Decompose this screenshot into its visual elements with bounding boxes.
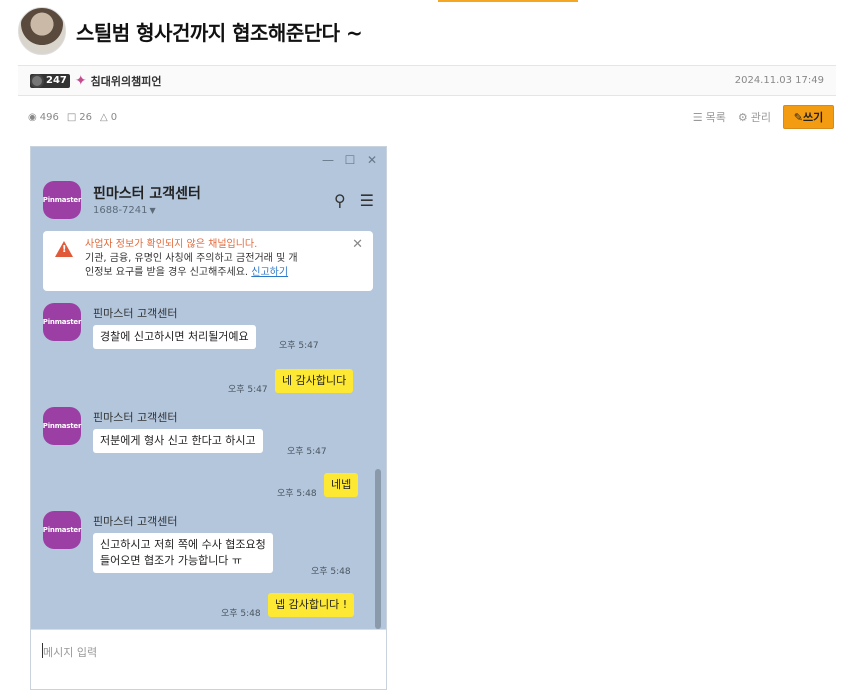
level-icon — [30, 73, 44, 88]
sender-logo: Pinmaster — [43, 407, 81, 445]
message-bubble: 저분에게 형사 신고 한다고 하시고 — [93, 429, 263, 453]
thumbs-up-icon: △ — [100, 111, 108, 123]
author-name[interactable]: 침대위의챔피언 — [91, 73, 162, 89]
message-time: 오후 5:47 — [287, 447, 327, 457]
phone-number: 1688-7241 — [93, 205, 148, 216]
sender-logo: Pinmaster — [43, 303, 81, 341]
warning-icon — [55, 241, 73, 257]
sender-name: 핀마스터 고객센터 — [93, 307, 178, 320]
write-label: 쓰기 — [802, 111, 824, 124]
sender-name: 핀마스터 고객센터 — [93, 515, 178, 528]
notice-line-2-text: 인정보 요구를 받을 경우 신고해주세요. — [85, 267, 249, 278]
message-line-2: 들어오면 협조가 가능합니다 ㅠ — [100, 554, 243, 567]
channel-phone[interactable]: 1688-7241 ▼ — [93, 205, 156, 216]
message-input-area[interactable]: 메시지 입력 — [31, 629, 386, 689]
chat-header-icons: ⚲ ☰ — [334, 191, 374, 210]
post-title: 스틸범 형사건까지 협조해준단다 ~ — [76, 20, 363, 45]
notice-line-2: 인정보 요구를 받을 경우 신고해주세요. 신고하기 — [85, 266, 349, 280]
close-icon[interactable]: ✕ — [366, 153, 378, 167]
search-icon[interactable]: ⚲ — [334, 191, 346, 210]
pencil-icon: ✎ — [793, 110, 803, 124]
eye-icon: ◉ — [28, 111, 37, 123]
chat-header: Pinmaster 핀마스터 고객센터 1688-7241 ▼ ⚲ ☰ — [31, 169, 386, 229]
channel-logo: Pinmaster — [43, 181, 81, 219]
notice-title: 사업자 정보가 확인되지 않은 채널입니다. — [85, 239, 258, 250]
comment-icon: □ — [66, 111, 77, 123]
level-badge: 247 — [30, 73, 70, 88]
menu-icon[interactable]: ☰ — [360, 191, 374, 210]
warning-notice: 사업자 정보가 확인되지 않은 채널입니다. 기관, 금융, 유명인 사칭에 주… — [43, 231, 373, 291]
list-button[interactable]: ☰ 목록 — [693, 109, 726, 125]
level-number: 247 — [46, 75, 67, 86]
message-time: 오후 5:48 — [311, 567, 351, 577]
likes-stat: △ 0 — [100, 112, 117, 123]
likes-count: 0 — [110, 111, 118, 123]
message-bubble: 신고하시고 저희 쪽에 수사 협조요청 들어오면 협조가 가능합니다 ㅠ — [93, 533, 273, 573]
message-time: 오후 5:47 — [279, 341, 319, 351]
top-accent-bar — [438, 0, 578, 2]
channel-name: 핀마스터 고객센터 — [93, 186, 201, 202]
message-input[interactable]: 메시지 입력 — [43, 644, 97, 660]
manage-label: 관리 — [750, 111, 771, 124]
message-line-1: 신고하시고 저희 쪽에 수사 협조요청 — [100, 538, 266, 551]
message-time: 오후 5:47 — [228, 385, 268, 395]
message-time: 오후 5:48 — [277, 489, 317, 499]
views-count: 496 — [39, 111, 59, 123]
report-link[interactable]: 신고하기 — [251, 267, 288, 278]
message-bubble-sent: 네 감사합니다 — [275, 369, 354, 393]
message-bubble: 경찰에 신고하시면 처리될거예요 — [93, 325, 256, 349]
stats-row: ◉ 496 □ 26 △ 0 ☰ 목록 ⚙ 관리 ✎ 쓰기 — [28, 104, 834, 130]
sender-name: 핀마스터 고객센터 — [93, 411, 178, 424]
window-controls: — ☐ ✕ — [322, 153, 378, 167]
chat-screenshot: — ☐ ✕ Pinmaster 핀마스터 고객센터 1688-7241 ▼ ⚲ ☰… — [30, 146, 387, 690]
maximize-icon[interactable]: ☐ — [344, 153, 356, 167]
message-bubble-sent: 네넵 — [324, 473, 359, 497]
gear-icon: ⚙ — [737, 110, 748, 124]
comments-stat: □ 26 — [67, 112, 92, 123]
comments-count: 26 — [79, 111, 93, 123]
message-bubble-sent: 넵 감사합니다 ! — [268, 593, 355, 617]
manage-button[interactable]: ⚙ 관리 — [738, 109, 771, 125]
post-actions: ☰ 목록 ⚙ 관리 ✎ 쓰기 — [681, 105, 834, 129]
post-date: 2024.11.03 17:49 — [734, 75, 824, 86]
notice-line-1: 기관, 금융, 유명인 사칭에 주의하고 금전거래 및 개 — [85, 253, 298, 264]
write-button[interactable]: ✎ 쓰기 — [783, 105, 834, 129]
caret-down-icon: ▼ — [149, 206, 156, 215]
minimize-icon[interactable]: — — [322, 153, 334, 167]
sender-logo: Pinmaster — [43, 511, 81, 549]
rocket-icon: ✦ — [74, 72, 87, 89]
message-time: 오후 5:48 — [221, 609, 261, 619]
notice-close-icon[interactable]: ✕ — [352, 237, 363, 252]
post-header: 스틸범 형사건까지 협조해준단다 ~ — [18, 6, 838, 56]
chat-scrollbar[interactable] — [375, 469, 381, 629]
post-meta-bar: 247 ✦ 침대위의챔피언 2024.11.03 17:49 — [18, 65, 836, 96]
views-stat: ◉ 496 — [28, 112, 59, 123]
list-icon: ☰ — [692, 110, 703, 124]
avatar[interactable] — [18, 7, 66, 55]
list-label: 목록 — [705, 111, 726, 124]
